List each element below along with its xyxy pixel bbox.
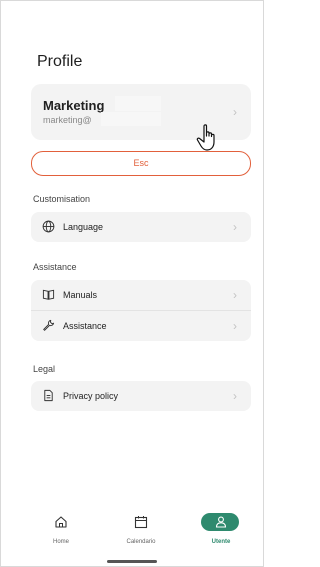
nav-user-label: Utente bbox=[211, 539, 231, 545]
section-label-assistance: Assistance bbox=[33, 262, 77, 272]
hand-cursor-icon bbox=[196, 124, 215, 151]
manuals-label: Manuals bbox=[63, 290, 98, 300]
page-title: Profile bbox=[37, 53, 83, 70]
book-icon bbox=[42, 289, 55, 300]
nav-home[interactable]: Home bbox=[31, 511, 91, 551]
assistance-label: Assistance bbox=[63, 321, 107, 331]
nav-user[interactable]: Utente bbox=[191, 511, 251, 551]
chevron-right-icon: › bbox=[233, 319, 237, 333]
app-screen: Profile Marketing marketing@ › Esc Custo… bbox=[0, 0, 264, 567]
privacy-policy-item[interactable]: Privacy policy › bbox=[31, 381, 251, 411]
account-email: marketing@ bbox=[43, 115, 92, 125]
bottom-nav: Home Calendario Utente bbox=[31, 511, 251, 555]
document-icon bbox=[44, 389, 53, 402]
logout-button[interactable]: Esc bbox=[31, 151, 251, 176]
nav-calendar[interactable]: Calendario bbox=[111, 511, 171, 551]
logout-label: Esc bbox=[133, 158, 149, 168]
privacy-policy-label: Privacy policy bbox=[63, 391, 119, 401]
chevron-right-icon: › bbox=[233, 105, 237, 119]
language-item[interactable]: Language › bbox=[31, 212, 251, 242]
assistance-item[interactable]: Assistance › bbox=[31, 311, 251, 341]
manuals-item[interactable]: Manuals › bbox=[31, 280, 251, 310]
account-name: Marketing bbox=[43, 98, 105, 113]
chevron-right-icon: › bbox=[233, 288, 237, 302]
language-label: Language bbox=[63, 222, 104, 232]
wrench-icon bbox=[43, 319, 55, 331]
home-indicator bbox=[107, 560, 157, 563]
calendar-icon bbox=[134, 516, 148, 529]
section-label-legal: Legal bbox=[33, 364, 56, 374]
redacted-block bbox=[115, 96, 161, 111]
chevron-right-icon: › bbox=[233, 220, 237, 234]
home-icon bbox=[55, 516, 67, 528]
globe-icon bbox=[42, 220, 55, 233]
redacted-block bbox=[101, 112, 161, 126]
user-icon bbox=[215, 516, 227, 528]
nav-calendar-label: Calendario bbox=[126, 539, 156, 545]
chevron-right-icon: › bbox=[233, 389, 237, 403]
section-label-customisation: Customisation bbox=[33, 194, 91, 204]
nav-home-label: Home bbox=[52, 539, 69, 545]
